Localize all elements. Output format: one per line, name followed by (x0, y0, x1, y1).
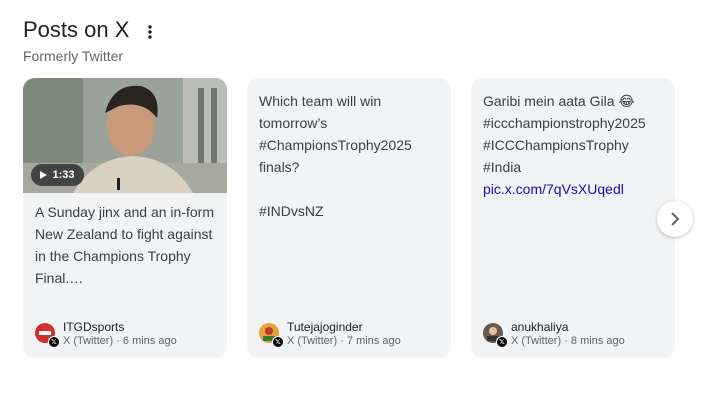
post-time: 7 mins ago (346, 335, 401, 347)
post-meta: X (Twitter) · 8 mins ago (511, 335, 625, 347)
section-header: Posts on X (23, 16, 129, 44)
author-name: anukhaliya (511, 320, 569, 334)
post-text-body: Garibi mein aata Gila 😂 #iccchampionstro… (483, 93, 646, 175)
author-name: Tutejajoginder (287, 320, 363, 334)
post-source: X (Twitter) (511, 335, 562, 347)
post-source: X (Twitter) (63, 335, 114, 347)
video-duration: 1:33 (52, 169, 75, 181)
post-time: 8 mins ago (570, 335, 625, 347)
post-card[interactable]: Which team will win tomorrow’s #Champion… (247, 78, 451, 358)
author-name: ITGDsports (63, 320, 125, 334)
post-meta: X (Twitter) · 7 mins ago (287, 335, 401, 347)
more-options-button[interactable] (140, 22, 160, 42)
play-icon (40, 171, 48, 179)
post-text: Which team will win tomorrow’s #Champion… (259, 93, 412, 219)
post-meta: X (Twitter) · 6 mins ago (63, 335, 177, 347)
carousel-next-button[interactable] (657, 201, 693, 237)
meta-separator: · (337, 335, 347, 347)
post-text: A Sunday jinx and an in-form New Zealand… (35, 204, 214, 286)
post-time: 6 mins ago (122, 335, 177, 347)
meta-separator: · (113, 335, 123, 347)
post-link[interactable]: pic.x.com/7qVsXUqedl (483, 181, 624, 197)
video-duration-badge: 1:33 (31, 164, 84, 186)
more-vert-icon (148, 25, 152, 39)
section-title: Posts on X (23, 17, 130, 42)
post-source: X (Twitter) (287, 335, 338, 347)
section-subtitle: Formerly Twitter (23, 48, 124, 64)
x-logo-icon: 𝕏 (496, 336, 508, 348)
x-logo-icon: 𝕏 (48, 336, 60, 348)
post-text: Garibi mein aata Gila 😂 #iccchampionstro… (483, 90, 665, 200)
x-logo-icon: 𝕏 (272, 336, 284, 348)
chevron-right-icon (671, 212, 680, 226)
meta-separator: · (561, 335, 571, 347)
post-card[interactable]: A Sunday jinx and an in-form New Zealand… (23, 78, 227, 358)
post-card[interactable]: Garibi mein aata Gila 😂 #iccchampionstro… (471, 78, 675, 358)
